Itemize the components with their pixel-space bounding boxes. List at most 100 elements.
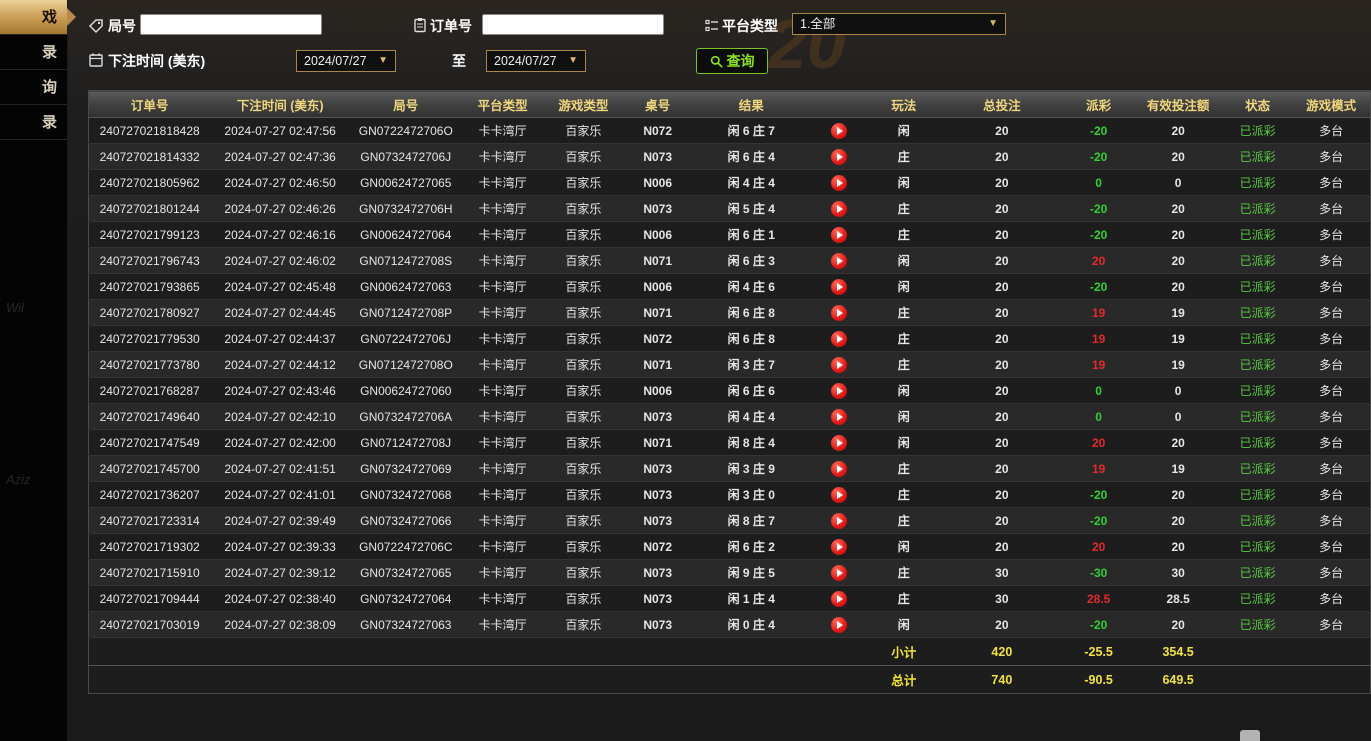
play-replay-button[interactable] bbox=[831, 149, 847, 165]
cell-round-id: GN07324727068 bbox=[350, 482, 462, 508]
cell-result: 闲 6 庄 4 bbox=[692, 144, 810, 170]
play-replay-button[interactable] bbox=[831, 435, 847, 451]
cell-table-number: N073 bbox=[623, 144, 692, 170]
cell-result: 闲 6 庄 1 bbox=[692, 222, 810, 248]
cell-total-bet: 20 bbox=[940, 274, 1064, 300]
play-replay-button[interactable] bbox=[831, 253, 847, 269]
total-spacer bbox=[89, 666, 868, 694]
cell-status: 已派彩 bbox=[1223, 612, 1292, 638]
cell-bet-type: 庄 bbox=[868, 482, 940, 508]
cell-platform-type: 卡卡湾厅 bbox=[462, 352, 544, 378]
cell-valid-bet: 0 bbox=[1133, 404, 1223, 430]
subtotal-payout: -25.5 bbox=[1064, 638, 1133, 666]
cutoff-bottom-control[interactable] bbox=[1240, 730, 1260, 741]
table-row: 2407270218012442024-07-27 02:46:26GN0732… bbox=[89, 196, 1371, 222]
sidebar-item-record-2[interactable]: 录 bbox=[0, 105, 67, 140]
cell-order-number: 240727021745700 bbox=[89, 456, 211, 482]
play-replay-button[interactable] bbox=[831, 461, 847, 477]
cell-bet-time: 2024-07-27 02:39:33 bbox=[210, 534, 350, 560]
cell-replay bbox=[810, 144, 868, 170]
play-replay-button[interactable] bbox=[831, 539, 847, 555]
cell-table-number: N073 bbox=[623, 456, 692, 482]
order-number-input[interactable] bbox=[482, 14, 664, 35]
order-number-label: 订单号 bbox=[430, 14, 472, 38]
search-button[interactable]: 查询 bbox=[696, 48, 768, 74]
play-replay-button[interactable] bbox=[831, 175, 847, 191]
play-replay-button[interactable] bbox=[831, 383, 847, 399]
cell-round-id: GN0732472706A bbox=[350, 404, 462, 430]
cell-result: 闲 6 庄 8 bbox=[692, 326, 810, 352]
cell-platform-type: 卡卡湾厅 bbox=[462, 222, 544, 248]
cell-order-number: 240727021796743 bbox=[89, 248, 211, 274]
play-replay-button[interactable] bbox=[831, 513, 847, 529]
cell-game-type: 百家乐 bbox=[544, 170, 623, 196]
cell-status: 已派彩 bbox=[1223, 248, 1292, 274]
table-row: 2407270218143322024-07-27 02:47:36GN0732… bbox=[89, 144, 1371, 170]
cell-total-bet: 20 bbox=[940, 144, 1064, 170]
play-replay-button[interactable] bbox=[831, 227, 847, 243]
cell-total-bet: 20 bbox=[940, 196, 1064, 222]
platform-type-label: 平台类型 bbox=[722, 14, 778, 38]
cell-round-id: GN00624727063 bbox=[350, 274, 462, 300]
cell-bet-time: 2024-07-27 02:46:50 bbox=[210, 170, 350, 196]
play-replay-button[interactable] bbox=[831, 279, 847, 295]
cell-round-id: GN00624727065 bbox=[350, 170, 462, 196]
chevron-down-icon: ▼ bbox=[378, 51, 388, 71]
cell-table-number: N071 bbox=[623, 300, 692, 326]
cell-table-number: N073 bbox=[623, 196, 692, 222]
cell-bet-type: 庄 bbox=[868, 456, 940, 482]
cell-payout: -20 bbox=[1064, 482, 1133, 508]
sidebar-item-record-1[interactable]: 录 bbox=[0, 35, 67, 70]
play-replay-button[interactable] bbox=[831, 591, 847, 607]
play-replay-button[interactable] bbox=[831, 409, 847, 425]
cell-order-number: 240727021818428 bbox=[89, 118, 211, 144]
play-replay-button[interactable] bbox=[831, 331, 847, 347]
sidebar-item-game[interactable]: 戏 bbox=[0, 0, 67, 35]
cell-bet-type: 闲 bbox=[868, 274, 940, 300]
cell-payout: 28.5 bbox=[1064, 586, 1133, 612]
table-row: 2407270217967432024-07-27 02:46:02GN0712… bbox=[89, 248, 1371, 274]
play-replay-button[interactable] bbox=[831, 123, 847, 139]
cell-order-number: 240727021719302 bbox=[89, 534, 211, 560]
table-row: 2407270217094442024-07-27 02:38:40GN0732… bbox=[89, 586, 1371, 612]
cell-platform-type: 卡卡湾厅 bbox=[462, 378, 544, 404]
cell-replay bbox=[810, 612, 868, 638]
cell-valid-bet: 20 bbox=[1133, 274, 1223, 300]
cell-bet-time: 2024-07-27 02:42:00 bbox=[210, 430, 350, 456]
cell-order-number: 240727021801244 bbox=[89, 196, 211, 222]
sidebar-item-query[interactable]: 询 bbox=[0, 70, 67, 105]
cell-payout: -20 bbox=[1064, 612, 1133, 638]
play-replay-button[interactable] bbox=[831, 487, 847, 503]
platform-type-select[interactable]: 1.全部 ▼ bbox=[792, 13, 1006, 35]
cell-status: 已派彩 bbox=[1223, 456, 1292, 482]
cell-bet-time: 2024-07-27 02:39:12 bbox=[210, 560, 350, 586]
cell-result: 闲 1 庄 4 bbox=[692, 586, 810, 612]
cell-table-number: N072 bbox=[623, 534, 692, 560]
date-to-select[interactable]: 2024/07/27 ▼ bbox=[486, 50, 586, 72]
cell-payout: 19 bbox=[1064, 326, 1133, 352]
cell-result: 闲 3 庄 9 bbox=[692, 456, 810, 482]
play-replay-button[interactable] bbox=[831, 357, 847, 373]
date-from-select[interactable]: 2024/07/27 ▼ bbox=[296, 50, 396, 72]
cell-valid-bet: 20 bbox=[1133, 612, 1223, 638]
cell-table-number: N071 bbox=[623, 430, 692, 456]
cell-result: 闲 6 庄 7 bbox=[692, 118, 810, 144]
cell-valid-bet: 20 bbox=[1133, 482, 1223, 508]
cell-bet-time: 2024-07-27 02:46:16 bbox=[210, 222, 350, 248]
cell-round-id: GN00624727064 bbox=[350, 222, 462, 248]
play-replay-button[interactable] bbox=[831, 617, 847, 633]
play-replay-button[interactable] bbox=[831, 201, 847, 217]
cell-total-bet: 30 bbox=[940, 586, 1064, 612]
cell-order-number: 240727021793865 bbox=[89, 274, 211, 300]
cell-total-bet: 20 bbox=[940, 482, 1064, 508]
round-number-input[interactable] bbox=[140, 14, 322, 35]
cell-result: 闲 4 庄 4 bbox=[692, 170, 810, 196]
play-replay-button[interactable] bbox=[831, 305, 847, 321]
cell-order-number: 240727021805962 bbox=[89, 170, 211, 196]
table-row: 2407270217682872024-07-27 02:43:46GN0062… bbox=[89, 378, 1371, 404]
tag-icon bbox=[88, 18, 104, 34]
cell-round-id: GN07324727069 bbox=[350, 456, 462, 482]
calendar-icon bbox=[88, 52, 104, 68]
sidebar-item-label: 录 bbox=[42, 114, 57, 131]
play-replay-button[interactable] bbox=[831, 565, 847, 581]
